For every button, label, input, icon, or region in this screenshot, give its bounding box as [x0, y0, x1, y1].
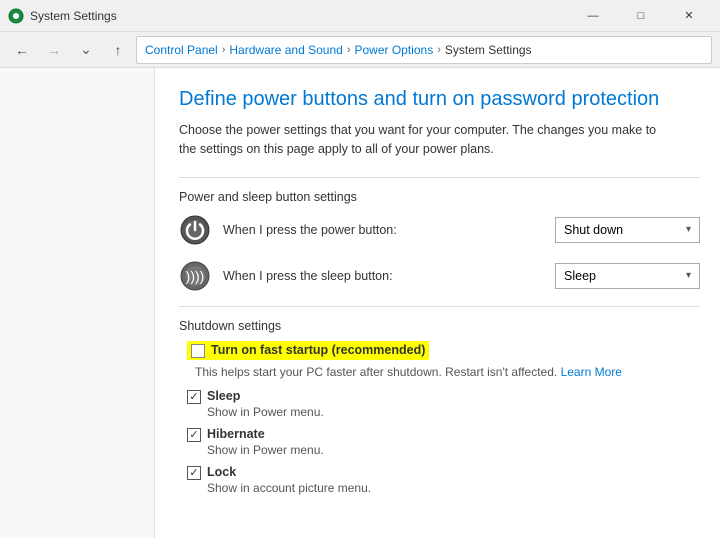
breadcrumb-hardware-sound[interactable]: Hardware and Sound	[229, 43, 342, 57]
hibernate-checkbox-row: ✓ Hibernate Show in Power menu.	[179, 427, 700, 457]
app-icon	[8, 8, 24, 24]
title-bar: System Settings — □ ✕	[0, 0, 720, 32]
back-button[interactable]: ←	[8, 36, 36, 64]
breadcrumb-sep-1: ›	[222, 44, 226, 56]
power-sleep-header: Power and sleep button settings	[179, 190, 700, 204]
lock-checkbox-row: ✓ Lock Show in account picture menu.	[179, 465, 700, 495]
power-button-icon	[179, 214, 211, 246]
sleep-button-value: Sleep	[564, 269, 596, 283]
power-dropdown-arrow: ▾	[686, 224, 691, 235]
breadcrumb-control-panel[interactable]: Control Panel	[145, 43, 218, 57]
dropdown-button[interactable]: ⌄	[72, 36, 100, 64]
close-button[interactable]: ✕	[666, 0, 712, 32]
shutdown-header: Shutdown settings	[179, 319, 700, 333]
hibernate-checkbox[interactable]: ✓	[187, 428, 201, 442]
forward-button: →	[40, 36, 68, 64]
page-title: Define power buttons and turn on passwor…	[179, 88, 700, 111]
learn-more-link[interactable]: Learn More	[561, 365, 622, 379]
sleep-option-desc: Show in Power menu.	[207, 405, 324, 419]
breadcrumb-current: System Settings	[445, 43, 532, 57]
lock-content: Lock Show in account picture menu.	[207, 465, 371, 495]
lock-label: Lock	[207, 465, 371, 479]
page-description: Choose the power settings that you want …	[179, 121, 669, 159]
fast-startup-checkbox[interactable]	[191, 344, 205, 358]
sleep-dropdown-arrow: ▾	[686, 270, 691, 281]
maximize-button[interactable]: □	[618, 0, 664, 32]
sleep-button-row: )))) When I press the sleep button: Slee…	[179, 260, 700, 292]
breadcrumb-power-options[interactable]: Power Options	[354, 43, 433, 57]
shutdown-section: Shutdown settings Turn on fast startup (…	[179, 319, 700, 495]
sleep-option-content: Sleep Show in Power menu.	[207, 389, 324, 419]
content-area: Define power buttons and turn on passwor…	[155, 68, 720, 538]
minimize-button[interactable]: —	[570, 0, 616, 32]
breadcrumb-sep-3: ›	[437, 44, 441, 56]
window-title: System Settings	[30, 9, 117, 23]
sleep-button-dropdown[interactable]: Sleep ▾	[555, 263, 700, 289]
hibernate-desc: Show in Power menu.	[207, 443, 324, 457]
up-button[interactable]: ↑	[104, 36, 132, 64]
sleep-option-checkbox[interactable]: ✓	[187, 390, 201, 404]
power-button-row: When I press the power button: Shut down…	[179, 214, 700, 246]
sleep-checkbox-row: ✓ Sleep Show in Power menu.	[179, 389, 700, 419]
main-layout: Define power buttons and turn on passwor…	[0, 68, 720, 538]
lock-desc: Show in account picture menu.	[207, 481, 371, 495]
window-controls: — □ ✕	[570, 0, 712, 32]
fast-startup-section: Turn on fast startup (recommended) This …	[179, 341, 700, 379]
svg-text:)))): ))))	[186, 268, 205, 284]
divider-1	[179, 177, 700, 178]
power-button-dropdown[interactable]: Shut down ▾	[555, 217, 700, 243]
sleep-button-icon: ))))	[179, 260, 211, 292]
hibernate-content: Hibernate Show in Power menu.	[207, 427, 324, 457]
fast-startup-highlight: Turn on fast startup (recommended)	[187, 341, 429, 360]
lock-checkbox[interactable]: ✓	[187, 466, 201, 480]
divider-2	[179, 306, 700, 307]
fast-startup-description: This helps start your PC faster after sh…	[187, 365, 700, 379]
fast-startup-label: Turn on fast startup (recommended)	[211, 343, 425, 357]
power-button-value: Shut down	[564, 223, 623, 237]
power-button-label: When I press the power button:	[223, 223, 543, 237]
hibernate-label: Hibernate	[207, 427, 324, 441]
sleep-button-label: When I press the sleep button:	[223, 269, 543, 283]
breadcrumb-sep-2: ›	[347, 44, 351, 56]
nav-bar: ← → ⌄ ↑ Control Panel › Hardware and Sou…	[0, 32, 720, 68]
breadcrumb: Control Panel › Hardware and Sound › Pow…	[136, 36, 712, 64]
sleep-option-label: Sleep	[207, 389, 324, 403]
sidebar	[0, 68, 155, 538]
